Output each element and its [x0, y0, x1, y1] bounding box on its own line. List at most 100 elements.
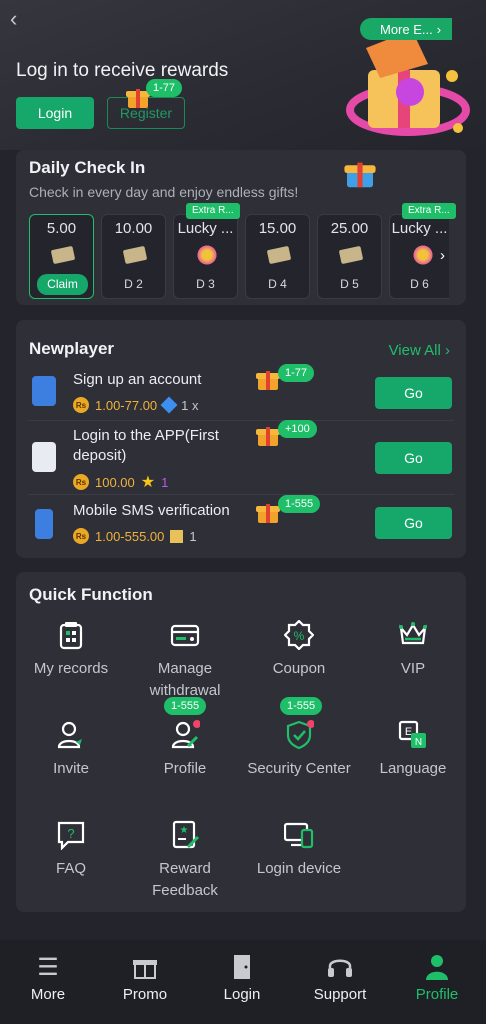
quick-item-label: Reward Feedback: [152, 860, 218, 899]
day-amount: Lucky ...: [391, 220, 448, 237]
reward-extra: 1 x: [181, 397, 199, 413]
day-amount: 25.00: [330, 220, 369, 237]
language-icon: EN: [398, 720, 428, 750]
rupee-coin-icon: Rs: [73, 397, 89, 413]
reward-amount: 1.00-77.00: [95, 397, 158, 413]
quick-item-label: VIP: [400, 660, 426, 677]
checkin-day-4[interactable]: 15.00 D 4: [245, 214, 310, 299]
crown-icon: [398, 620, 428, 650]
quick-item-language[interactable]: EN Language: [358, 720, 468, 780]
gift-icon: [100, 952, 190, 982]
day-amount: Lucky ...: [177, 220, 234, 237]
invite-icon: [56, 720, 86, 750]
day-label: D 3: [196, 277, 215, 291]
quick-item-security-center[interactable]: Security Center: [244, 720, 354, 780]
gift-box-illustration: [346, 30, 470, 136]
login-button[interactable]: Login: [16, 97, 94, 129]
svg-text:N: N: [415, 737, 422, 748]
quick-item-login-device[interactable]: Login device: [244, 820, 354, 880]
go-button[interactable]: Go: [375, 377, 452, 409]
quick-item-vip[interactable]: VIP: [358, 620, 468, 680]
chevron-left-icon[interactable]: ‹: [10, 6, 17, 32]
lucky-gift-icon: [195, 245, 219, 265]
security-badge: 1-555: [280, 697, 323, 715]
quick-item-faq[interactable]: ? FAQ: [16, 820, 126, 880]
checkin-day-3[interactable]: Lucky ... D 3: [173, 214, 238, 299]
nav-more[interactable]: ☰ More: [3, 952, 93, 1004]
reward-amount: 100.00: [95, 474, 135, 490]
chevron-right-icon: ›: [436, 21, 442, 37]
day-label: D 5: [340, 277, 359, 291]
diamond-icon: [160, 396, 178, 414]
quick-item-label: Language: [379, 760, 447, 777]
chevron-right-icon[interactable]: ›: [440, 247, 445, 264]
lucky-gift-icon: [411, 245, 435, 265]
gift-icon: [256, 368, 280, 390]
view-all-link[interactable]: View All ›: [389, 342, 450, 359]
cash-icon: [338, 245, 364, 265]
day-label: D 4: [268, 277, 287, 291]
task-reward: Rs 1.00-555.00 1: [73, 528, 197, 544]
cube-icon: [170, 529, 184, 543]
cash-icon: [50, 245, 76, 265]
go-button[interactable]: Go: [375, 507, 452, 539]
quick-item-reward-feedback[interactable]: ★ Reward Feedback: [130, 820, 240, 902]
quick-item-manage-withdrawal[interactable]: Manage withdrawal: [130, 620, 240, 702]
nav-label: Profile: [415, 986, 459, 1003]
mobile-shield-icon: [35, 509, 53, 539]
reward-extra: 1: [189, 528, 197, 544]
clipboard-icon: [32, 376, 56, 406]
nav-profile[interactable]: Profile: [392, 952, 482, 1003]
checkin-day-2[interactable]: 10.00 D 2: [101, 214, 166, 299]
quick-item-invite[interactable]: Invite: [16, 720, 126, 780]
quick-item-label: Coupon: [272, 660, 326, 677]
feedback-icon: ★: [170, 820, 200, 850]
device-icon: [283, 820, 314, 850]
quick-item-my-records[interactable]: My records: [16, 620, 126, 680]
quick-item-label: Manage withdrawal: [149, 660, 221, 699]
newplayer-card: Newplayer View All › Sign up an account …: [16, 320, 466, 558]
nav-login[interactable]: Login: [197, 952, 287, 1003]
cash-icon: [122, 245, 148, 265]
day-label: D 6: [410, 277, 429, 291]
quick-item-profile[interactable]: Profile: [130, 720, 240, 780]
quick-item-label: Security Center: [247, 760, 351, 777]
day-label: D 2: [124, 277, 143, 291]
coupon-icon: %: [283, 619, 315, 651]
nav-support[interactable]: Support: [295, 952, 385, 1003]
gift-icon: [256, 501, 280, 523]
checkin-day-5[interactable]: 25.00 D 5: [317, 214, 382, 299]
reward-amount: 1.00-555.00: [95, 528, 165, 544]
quick-function-card: Quick Function My records Manage withdra…: [16, 572, 466, 912]
nav-label: Support: [313, 986, 367, 1003]
rupee-coin-icon: Rs: [73, 528, 89, 544]
gift-icon: [256, 424, 280, 446]
gift-icon: [344, 159, 376, 188]
divider: [28, 420, 454, 421]
task-title: Login to the APP(First deposit): [73, 427, 219, 464]
day-amount: 5.00: [46, 220, 77, 237]
claim-button[interactable]: Claim: [37, 274, 88, 295]
more-events-button[interactable]: More E... ›: [360, 18, 452, 40]
quick-item-label: My records: [33, 660, 109, 677]
task-reward: Rs 1.00-77.00 1 x: [73, 396, 199, 414]
rupee-coin-icon: Rs: [73, 474, 89, 490]
nav-label: Login: [223, 986, 261, 1003]
newplayer-title: Newplayer: [29, 339, 115, 358]
svg-text:★: ★: [180, 825, 189, 836]
nav-promo[interactable]: Promo: [100, 952, 190, 1003]
reward-extra: 1: [161, 474, 169, 490]
task-title: Mobile SMS verification: [73, 502, 230, 519]
bottom-navigation: ☰ More Promo Login Support Profile: [0, 940, 486, 1024]
task-first-deposit: Login to the APP(First deposit) Rs 100.0…: [28, 420, 454, 491]
shield-icon: [284, 720, 315, 750]
checkin-day-1[interactable]: 5.00 Claim: [29, 214, 94, 299]
more-events-label: More E...: [380, 21, 433, 37]
page-title: Log in to receive rewards: [16, 60, 229, 81]
task-badge: 1-555: [278, 495, 321, 513]
go-button[interactable]: Go: [375, 442, 452, 474]
records-icon: [56, 620, 86, 650]
day-amount: 10.00: [114, 220, 153, 237]
quick-item-coupon[interactable]: % Coupon: [244, 619, 354, 680]
view-all-label: View All: [388, 342, 441, 359]
